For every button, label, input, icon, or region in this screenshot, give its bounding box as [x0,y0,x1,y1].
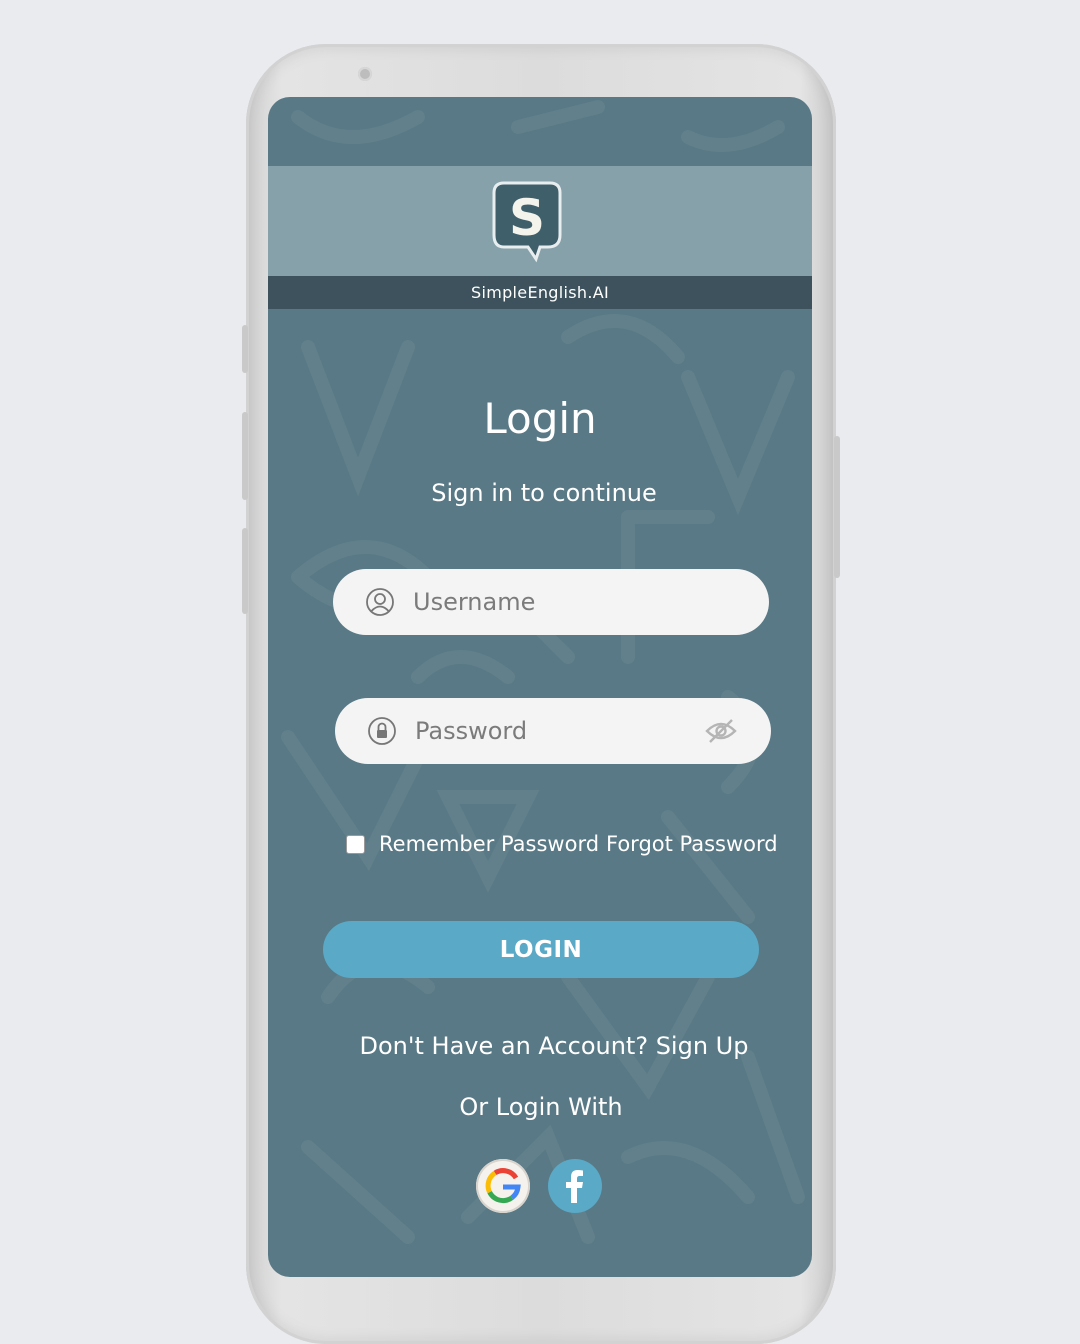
alt-login-label: Or Login With [459,1093,623,1121]
facebook-login-button[interactable] [548,1159,602,1213]
forgot-password-link[interactable]: Forgot Password [606,832,778,856]
app-logo: S [492,181,562,263]
password-input[interactable] [413,716,677,746]
remember-label: Remember Password [379,832,600,856]
username-field[interactable] [333,569,769,635]
phone-side-button [242,412,248,500]
username-input[interactable] [411,587,675,617]
page-title: Login [483,394,597,443]
eye-off-icon[interactable] [705,717,737,745]
brand-name: SimpleEnglish.AI [471,283,609,302]
page-subtitle: Sign in to continue [431,479,657,507]
password-field[interactable] [335,698,771,764]
google-icon [485,1168,521,1204]
phone-side-button [242,325,248,373]
logo-letter: S [509,189,545,247]
brand-bar: SimpleEnglish.AI [268,276,812,309]
phone-side-button [242,528,248,614]
lock-circle-icon [367,716,397,746]
login-button[interactable]: LOGIN [323,921,759,978]
signup-link[interactable]: Don't Have an Account? Sign Up [268,1032,812,1060]
remember-password[interactable]: Remember Password [332,832,599,856]
google-login-button[interactable] [476,1159,530,1213]
app-screen: S SimpleEnglish.AI Login Sign in to cont… [268,97,812,1277]
remember-checkbox[interactable] [346,834,365,854]
user-circle-icon [365,587,395,617]
facebook-icon [566,1170,583,1203]
front-camera [358,67,372,81]
phone-side-button [834,436,840,578]
